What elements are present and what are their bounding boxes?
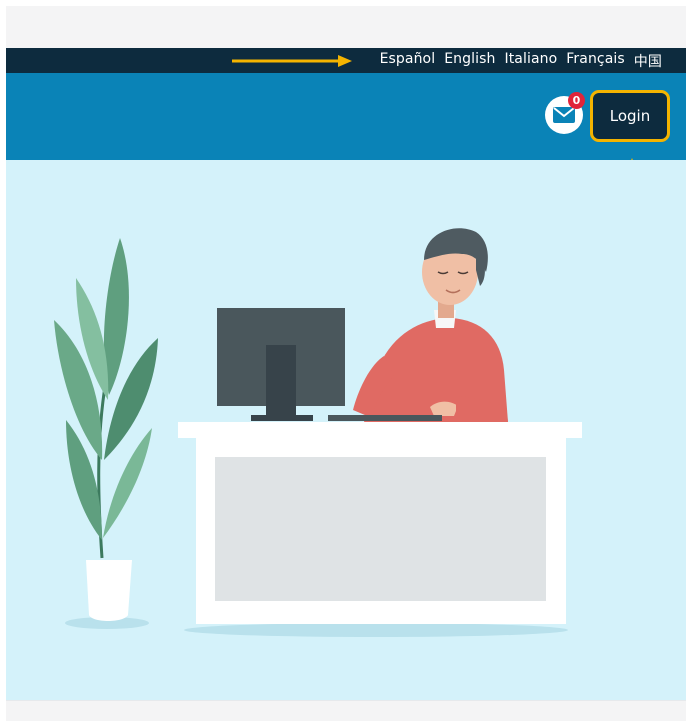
language-english[interactable]: English: [444, 51, 495, 71]
desk-shadow: [184, 623, 568, 637]
monitor-icon: [217, 308, 345, 421]
plant-icon: [54, 238, 158, 621]
office-illustration: [54, 228, 582, 637]
envelope-icon: [553, 107, 575, 123]
hero-section: [6, 160, 686, 700]
login-button[interactable]: Login: [590, 90, 670, 142]
footer-strip: [6, 700, 686, 721]
language-chinese[interactable]: 中国: [634, 51, 662, 71]
desk-icon: [178, 422, 582, 624]
keyboard-icon: [328, 415, 442, 421]
person-icon: [353, 228, 508, 422]
language-italian[interactable]: Italiano: [504, 51, 557, 71]
language-list: Español English Italiano Français 中国: [380, 51, 662, 71]
mail-badge: 0: [568, 92, 585, 109]
mail-button[interactable]: 0: [545, 92, 585, 134]
site-header: 0 Login: [6, 73, 686, 160]
language-spanish[interactable]: Español: [380, 51, 436, 71]
language-arrow-annotation: [232, 55, 352, 67]
language-french[interactable]: Français: [566, 51, 625, 71]
browser-strip: [6, 6, 686, 48]
